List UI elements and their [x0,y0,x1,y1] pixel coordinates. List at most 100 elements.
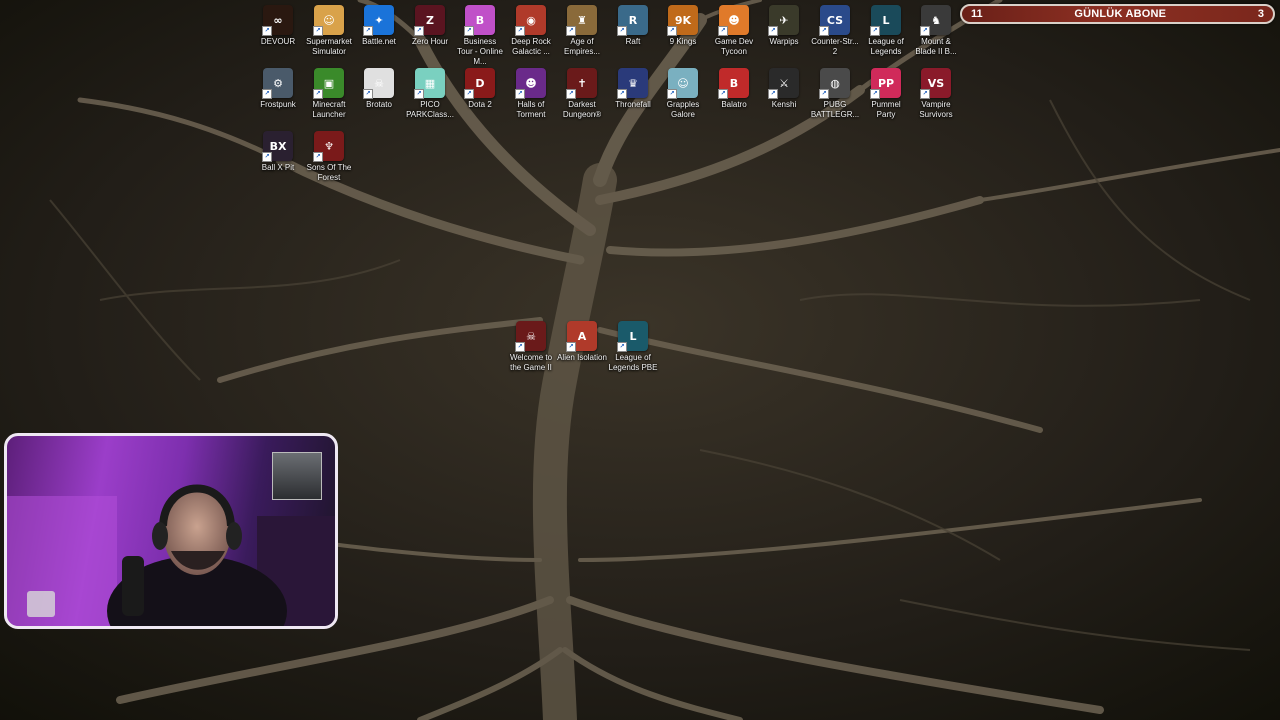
shortcut-arrow-icon: ↗ [617,26,627,36]
welcome-to-the-game-ii-icon: ☠ ↗ [515,321,546,352]
desktop-icon-minecraft-launcher[interactable]: ▣ ↗ Minecraft Launcher [304,68,354,120]
dota-2-icon: D ↗ [464,68,495,99]
supermarket-simulator-icon: ☺ ↗ [313,5,344,36]
desktop-icon-game-dev-tycoon[interactable]: ☻ ↗ Game Dev Tycoon [709,5,759,57]
desktop-icon-zero-hour[interactable]: Z ↗ Zero Hour [405,5,455,47]
shortcut-arrow-icon: ↗ [566,89,576,99]
desktop-icon-label: Deep Rock Galactic ... [511,37,551,56]
thronefall-icon: ♛ ↗ [617,68,648,99]
vampire-survivors-icon: VS ↗ [920,68,951,99]
desktop-icon-mount-blade-ii-b[interactable]: ♞ ↗ Mount & Blade II B... [911,5,961,57]
desktop-icon-label: Thronefall [615,100,651,109]
webcam-inset-thumbnail [272,452,322,500]
mount-blade-ii-b-icon: ♞ ↗ [920,5,951,36]
shortcut-arrow-icon: ↗ [566,342,576,352]
desktop-icon-label: Darkest Dungeon® [562,100,602,119]
desktop-icon-label: Grapples Galore [666,100,700,119]
desktop-icon-label: DEVOUR [260,37,296,46]
9-kings-icon: 9K ↗ [667,5,698,36]
desktop-icon-label: PICO PARKClass... [406,100,454,119]
shortcut-arrow-icon: ↗ [870,89,880,99]
desktop-icon-counter-str-2[interactable]: CS ↗ Counter-Str... 2 [810,5,860,57]
shortcut-arrow-icon: ↗ [313,26,323,36]
shortcut-arrow-icon: ↗ [363,89,373,99]
darkest-dungeon-icon: ✝ ↗ [566,68,597,99]
desktop-icon-league-of-legends-pbe[interactable]: L ↗ League of Legends PBE [608,321,658,373]
desktop-icon-pummel-party[interactable]: PP ↗ Pummel Party [861,68,911,120]
desktop-icon-label: Kenshi [771,100,797,109]
shortcut-arrow-icon: ↗ [464,89,474,99]
desktop-icon-label: Ball X Pit [261,163,295,172]
desktop-icon-frostpunk[interactable]: ⚙ ↗ Frostpunk [253,68,303,110]
desktop-icon-label: Dota 2 [468,100,492,109]
desktop-icon-age-of-empires[interactable]: ♜ ↗ Age of Empires... [557,5,607,57]
desktop-icon-ball-x-pit[interactable]: BX ↗ Ball X Pit [253,131,303,173]
desktop-icon-halls-of-torment[interactable]: ☻ ↗ Halls of Torment [506,68,556,120]
desktop-icon-darkest-dungeon[interactable]: ✝ ↗ Darkest Dungeon® [557,68,607,120]
alien-isolation-icon: A ↗ [566,321,597,352]
desktop-icon-brotato[interactable]: ☠ ↗ Brotato [354,68,404,110]
shortcut-arrow-icon: ↗ [718,26,728,36]
desktop-icon-label: Business Tour - Online M... [457,37,503,66]
desktop-icon-thronefall[interactable]: ♛ ↗ Thronefall [608,68,658,110]
shortcut-arrow-icon: ↗ [920,89,930,99]
desktop-icon-label: Vampire Survivors [919,100,953,119]
desktop-icon-devour[interactable]: ∞ ↗ DEVOUR [253,5,303,47]
halls-of-torment-icon: ☻ ↗ [515,68,546,99]
desktop-icon-grapples-galore[interactable]: ☺ ↗ Grapples Galore [658,68,708,120]
game-dev-tycoon-icon: ☻ ↗ [718,5,749,36]
shortcut-arrow-icon: ↗ [768,26,778,36]
shortcut-arrow-icon: ↗ [617,342,627,352]
desktop-icon-pubg-battlegr[interactable]: ◍ ↗ PUBG BATTLEGR... [810,68,860,120]
desktop-icon-label: Warpips [769,37,799,46]
shortcut-arrow-icon: ↗ [515,342,525,352]
desktop-icon-label: Mount & Blade II B... [915,37,957,56]
desktop-icon-label: League of Legends PBE [608,353,658,372]
shortcut-arrow-icon: ↗ [617,89,627,99]
desktop-icon-warpips[interactable]: ✈ ↗ Warpips [759,5,809,47]
shortcut-arrow-icon: ↗ [313,152,323,162]
desktop-icon-label: Counter-Str... 2 [811,37,859,56]
desktop-icon-pico-parkclass[interactable]: ▦ ↗ PICO PARKClass... [405,68,455,120]
shortcut-arrow-icon: ↗ [870,26,880,36]
desktop-icon-sons-of-the-forest[interactable]: ♆ ↗ Sons Of The Forest [304,131,354,183]
desktop-icon-label: Battle.net [362,37,396,46]
shortcut-arrow-icon: ↗ [566,26,576,36]
desktop-icon-vampire-survivors[interactable]: VS ↗ Vampire Survivors [911,68,961,120]
desktop-icon-deep-rock-galactic[interactable]: ◉ ↗ Deep Rock Galactic ... [506,5,556,57]
shortcut-arrow-icon: ↗ [819,26,829,36]
shortcut-arrow-icon: ↗ [667,89,677,99]
shortcut-arrow-icon: ↗ [718,89,728,99]
desktop-icon-supermarket-simulator[interactable]: ☺ ↗ Supermarket Simulator [304,5,354,57]
shortcut-arrow-icon: ↗ [313,89,323,99]
desktop-icon-dota-2[interactable]: D ↗ Dota 2 [455,68,505,110]
desktop-icon-league-of-legends[interactable]: L ↗ League of Legends [861,5,911,57]
brotato-icon: ☠ ↗ [363,68,394,99]
desktop-icon-label: Minecraft Launcher [312,100,346,119]
shortcut-arrow-icon: ↗ [414,26,424,36]
league-of-legends-pbe-icon: L ↗ [617,321,648,352]
raft-icon: R ↗ [617,5,648,36]
desktop-icon-label: Brotato [366,100,392,109]
desktop-icon-label: Balatro [721,100,747,109]
desktop-icon-alien-isolation[interactable]: A ↗ Alien Isolation [557,321,607,363]
webcam-overlay [4,433,338,629]
desktop-icon-label: Halls of Torment [516,100,546,119]
devour-icon: ∞ ↗ [262,5,293,36]
desktop-icon-raft[interactable]: R ↗ Raft [608,5,658,47]
desktop-icon-kenshi[interactable]: ⚔ ↗ Kenshi [759,68,809,110]
desktop-icon-balatro[interactable]: B ↗ Balatro [709,68,759,110]
shortcut-arrow-icon: ↗ [515,26,525,36]
counter-str-2-icon: CS ↗ [819,5,850,36]
desktop-icon-welcome-to-the-game-ii[interactable]: ☠ ↗ Welcome to the Game II [506,321,556,373]
battle-net-icon: ✦ ↗ [363,5,394,36]
balatro-icon: B ↗ [718,68,749,99]
desktop-icon-label: Game Dev Tycoon [714,37,754,56]
desktop-icon-9-kings[interactable]: 9K ↗ 9 Kings [658,5,708,47]
desktop-icon-business-tour-online-m[interactable]: B ↗ Business Tour - Online M... [455,5,505,67]
shortcut-arrow-icon: ↗ [464,26,474,36]
desktop-icon-battle-net[interactable]: ✦ ↗ Battle.net [354,5,404,47]
minecraft-launcher-icon: ▣ ↗ [313,68,344,99]
desktop-icon-label: Welcome to the Game II [509,353,553,372]
goal-target-count: 3 [1257,8,1264,20]
